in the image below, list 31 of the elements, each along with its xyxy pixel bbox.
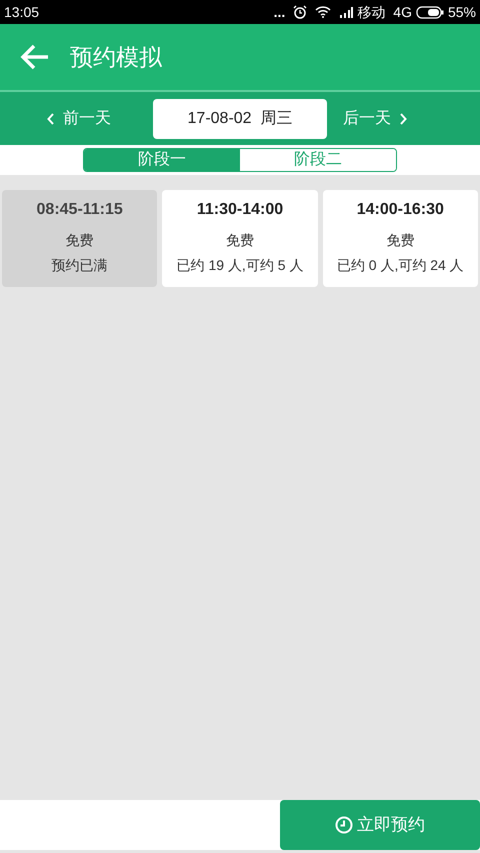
phase-tab[interactable]: 阶段一 [84, 149, 240, 171]
signal-icon [339, 6, 354, 18]
slot-price: 免费 [386, 231, 414, 250]
slot-status: 已约 19 人,可约 5 人 [176, 256, 304, 275]
wifi-icon [315, 6, 332, 18]
clock-icon [335, 816, 353, 834]
chevron-right-icon [399, 112, 407, 124]
battery-percent: 55% [448, 2, 476, 22]
page-title: 预约模拟 [70, 42, 162, 72]
alarm-icon [293, 5, 308, 19]
book-now-button[interactable]: 立即预约 [280, 800, 480, 850]
time-slot-card[interactable]: 14:00-16:30 免费 已约 0 人,可约 24 人 [322, 190, 478, 287]
next-day-button[interactable]: 后一天 [343, 106, 433, 130]
previous-day-button[interactable]: 前一天 [47, 106, 137, 130]
slot-time: 08:45-11:15 [36, 200, 123, 220]
time-slot-card[interactable]: 08:45-11:15 免费 预约已满 [2, 190, 158, 287]
slot-time: 11:30-14:00 [196, 200, 284, 220]
slot-price: 免费 [226, 231, 254, 250]
carrier-label: 移动 [357, 2, 386, 22]
time-slot-card[interactable]: 11:30-14:00 免费 已约 19 人,可约 5 人 [162, 190, 318, 287]
slot-status: 已约 0 人,可约 24 人 [336, 256, 464, 275]
chevron-left-icon [47, 112, 55, 124]
battery-icon [416, 6, 444, 18]
status-time: 13:05 [4, 2, 40, 22]
slot-time: 14:00-16:30 [356, 200, 444, 220]
back-arrow-icon[interactable] [20, 44, 50, 70]
slot-price: 免费 [66, 231, 94, 250]
more-dots: ... [274, 2, 286, 22]
slot-status: 预约已满 [52, 256, 108, 275]
network-label: 4G [393, 2, 412, 22]
date-display[interactable]: 17-08-02 周三 [153, 98, 327, 138]
